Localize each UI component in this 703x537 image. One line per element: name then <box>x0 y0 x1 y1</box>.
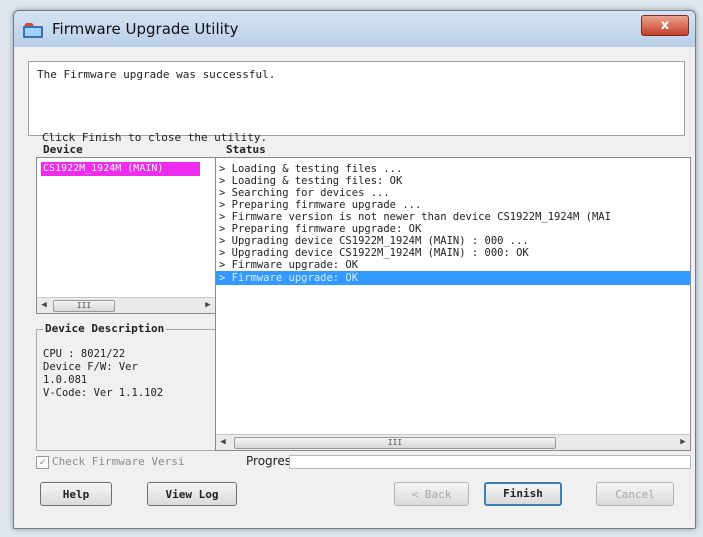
firmware-app-icon <box>23 23 43 38</box>
title-bar: Firmware Upgrade Utility x <box>14 11 695 47</box>
device-description-legend: Device Description <box>43 322 167 335</box>
status-scroll-thumb[interactable]: III <box>234 437 556 449</box>
result-message: The Firmware upgrade was successful. <box>37 68 276 81</box>
view-log-button[interactable]: View Log <box>147 482 237 506</box>
cancel-button[interactable]: Cancel <box>596 482 674 506</box>
progress-bar <box>289 455 691 469</box>
close-button[interactable]: x <box>641 15 689 36</box>
device-list[interactable]: CS1922M_1924M (MAIN) ◀ III ▶ <box>36 157 216 314</box>
finish-button[interactable]: Finish <box>484 482 562 506</box>
window-title: Firmware Upgrade Utility <box>52 20 239 38</box>
status-line-selected[interactable]: > Firmware upgrade: OK <box>216 271 690 285</box>
status-list-hscrollbar[interactable]: ◀ III ▶ <box>216 434 690 450</box>
device-header: Device <box>43 143 83 156</box>
device-scroll-thumb[interactable]: III <box>53 300 115 312</box>
status-line: > Firmware upgrade: OK <box>219 259 359 271</box>
scroll-left-arrow-icon[interactable]: ◀ <box>37 298 51 313</box>
device-list-hscrollbar[interactable]: ◀ III ▶ <box>37 297 215 313</box>
cpu-info: CPU : 8021/22 <box>43 348 126 360</box>
firmware-version-label: Device F/W: Ver <box>43 361 138 373</box>
device-list-item[interactable]: CS1922M_1924M (MAIN) <box>41 162 200 176</box>
back-button[interactable]: < Back <box>394 482 469 506</box>
scroll-left-arrow-icon[interactable]: ◀ <box>216 435 230 450</box>
vcode-info: V-Code: Ver 1.1.102 <box>43 387 164 399</box>
status-header: Status <box>226 143 266 156</box>
status-log-list[interactable]: > Loading & testing files ... > Loading … <box>215 157 691 451</box>
help-button[interactable]: Help <box>40 482 112 506</box>
device-description-group: Device Description CPU : 8021/22 Device … <box>36 322 216 451</box>
firmware-version-value: 1.0.081 <box>43 374 88 386</box>
check-firmware-label: Check Firmware Versi <box>52 455 185 468</box>
message-panel: The Firmware upgrade was successful. <box>28 61 685 136</box>
scroll-right-arrow-icon[interactable]: ▶ <box>201 298 215 313</box>
scroll-right-arrow-icon[interactable]: ▶ <box>676 435 690 450</box>
firmware-upgrade-window: Firmware Upgrade Utility x The Firmware … <box>13 10 696 529</box>
check-firmware-checkbox[interactable]: ✓ <box>36 456 49 469</box>
